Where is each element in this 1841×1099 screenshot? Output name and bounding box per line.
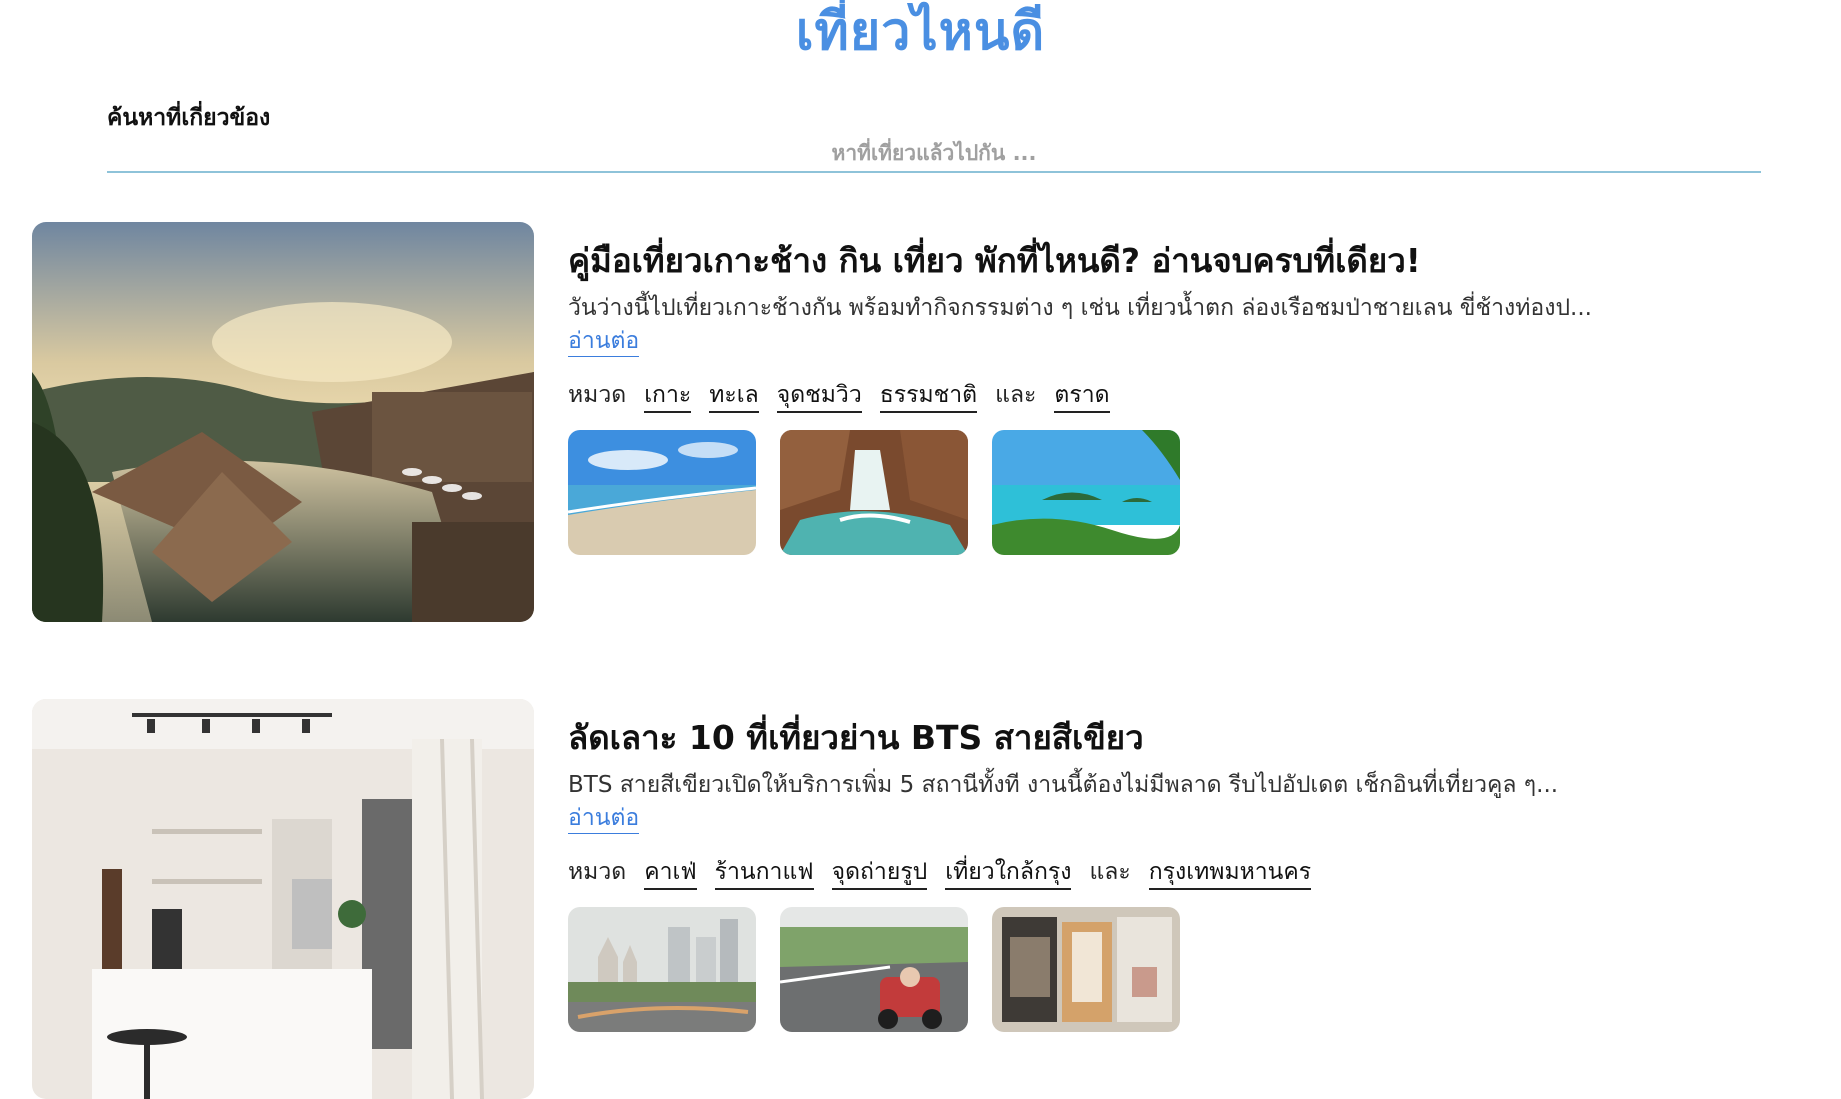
article-excerpt: วันว่างนี้ไปเที่ยวเกาะช้างกัน พร้อมทำกิจ… <box>568 295 1592 321</box>
category-row: หมวด คาเฟ่ ร้านกาแฟ จุดถ่ายรูป เที่ยวใกล… <box>568 854 1312 890</box>
location-link[interactable]: ตราด <box>1054 379 1110 413</box>
category-link[interactable]: เที่ยวใกล้กรุง <box>945 856 1072 890</box>
read-more-link[interactable]: อ่านต่อ <box>568 326 640 357</box>
read-more-link[interactable]: อ่านต่อ <box>568 803 640 834</box>
category-link[interactable]: จุดชมวิว <box>776 379 862 413</box>
thumbnail-church-city[interactable] <box>568 907 756 1032</box>
article-cover-image[interactable] <box>32 699 534 1099</box>
category-link[interactable]: ธรรมชาติ <box>879 379 978 413</box>
article-excerpt: BTS สายสีเขียวเปิดให้บริการเพิ่ม 5 สถานี… <box>568 772 1559 798</box>
thumbnail-go-kart[interactable] <box>780 907 968 1032</box>
thumbnail-storefront[interactable] <box>992 907 1180 1032</box>
search-label: ค้นหาที่เกี่ยวข้อง <box>107 105 271 131</box>
category-link[interactable]: ทะเล <box>709 379 759 413</box>
category-label: หมวด <box>568 859 627 885</box>
conjunction-text: และ <box>1089 859 1131 885</box>
site-title: เที่ยวไหนดี <box>795 2 1046 62</box>
category-link[interactable]: เกาะ <box>644 379 692 413</box>
category-link[interactable]: ร้านกาแฟ <box>714 856 814 890</box>
article-cover-image[interactable] <box>32 222 534 622</box>
conjunction-text: และ <box>995 382 1037 408</box>
category-link[interactable]: จุดถ่ายรูป <box>831 856 928 890</box>
thumbnail-row <box>568 430 1180 555</box>
article-title[interactable]: คู่มือเที่ยวเกาะช้าง กิน เที่ยว พักที่ไห… <box>568 234 1421 287</box>
category-link[interactable]: คาเฟ่ <box>644 856 697 890</box>
thumbnail-row <box>568 907 1180 1032</box>
category-row: หมวด เกาะ ทะเล จุดชมวิว ธรรมชาติ และ ตรา… <box>568 377 1110 413</box>
category-label: หมวด <box>568 382 627 408</box>
thumbnail-waterfall[interactable] <box>780 430 968 555</box>
thumbnail-beach[interactable] <box>568 430 756 555</box>
thumbnail-island-view[interactable] <box>992 430 1180 555</box>
search-input[interactable] <box>107 135 1761 173</box>
article-title[interactable]: ลัดเลาะ 10 ที่เที่ยวย่าน BTS สายสีเขียว <box>568 711 1144 764</box>
location-link[interactable]: กรุงเทพมหานคร <box>1148 856 1312 890</box>
